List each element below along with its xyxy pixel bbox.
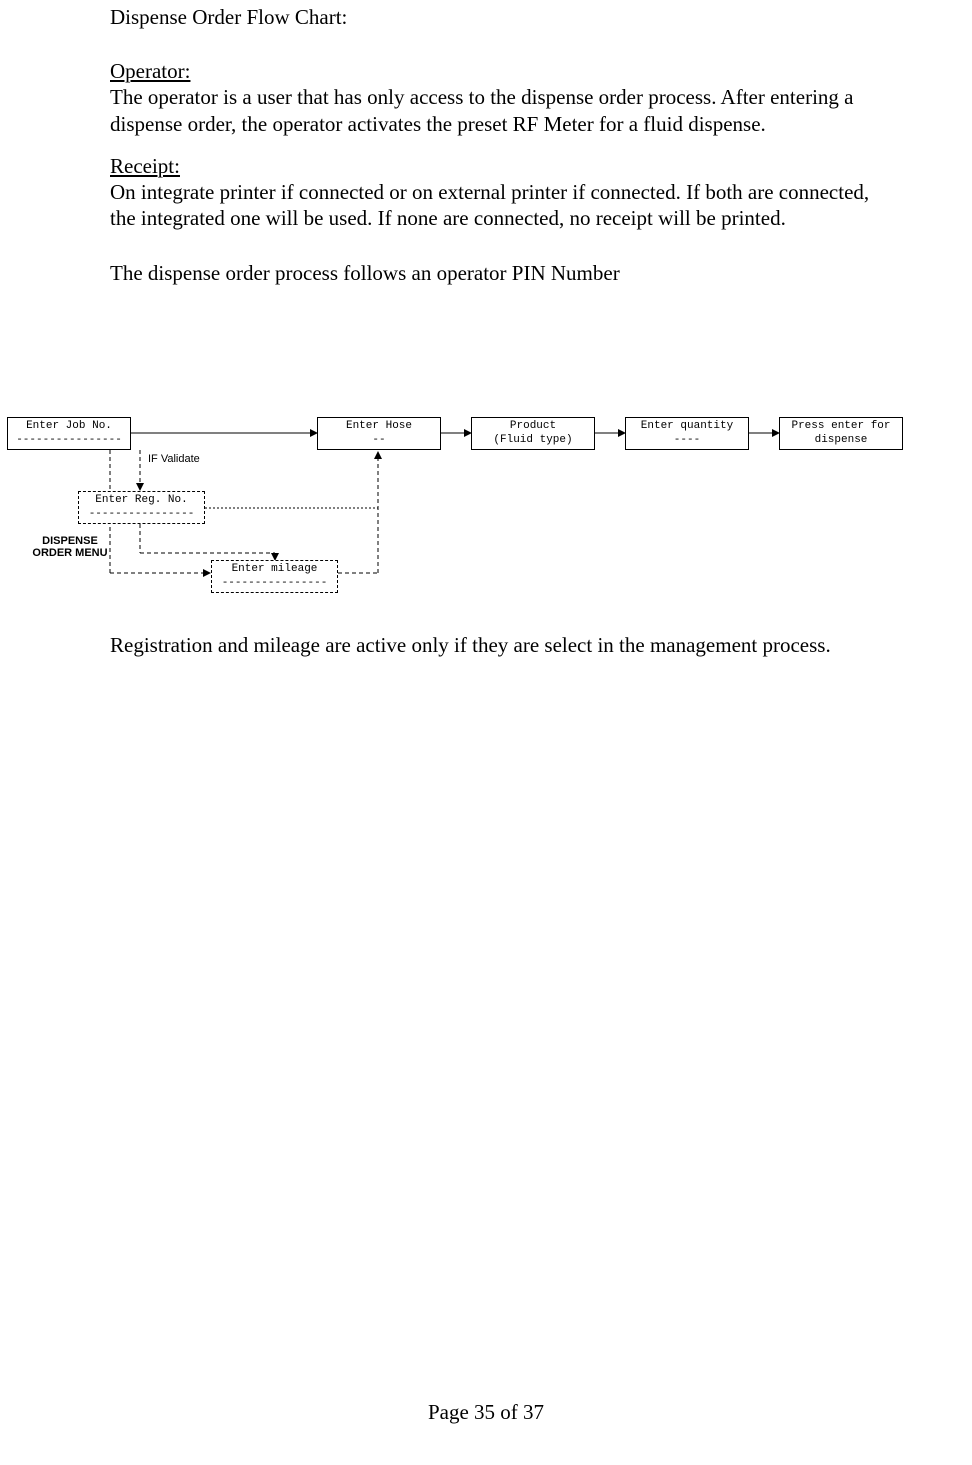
box-product: Product (Fluid type)	[471, 417, 595, 450]
box-press-line1: Press enter for	[780, 420, 902, 433]
box-hose-line2: --	[318, 434, 440, 447]
box-press-line2: dispense	[780, 434, 902, 447]
box-reg-line1: Enter Reg. No.	[79, 494, 204, 507]
box-job-line2: ----------------	[8, 434, 130, 447]
label-if-validate: IF Validate	[148, 453, 200, 465]
operator-heading: Operator:	[110, 59, 190, 83]
box-enter-job-no: Enter Job No. ----------------	[7, 417, 131, 450]
box-qty-line2: ----	[626, 434, 748, 447]
page-footer: Page 35 of 37	[0, 1400, 972, 1425]
after-flow-text: Registration and mileage are active only…	[110, 632, 880, 658]
box-enter-hose: Enter Hose --	[317, 417, 441, 450]
box-hose-line1: Enter Hose	[318, 420, 440, 433]
label-menu-line2: ORDER MENU	[32, 547, 107, 559]
box-product-line1: Product	[472, 420, 594, 433]
label-dispense-order-menu: DISPENSE ORDER MENU	[32, 535, 108, 559]
box-mileage-line2: ----------------	[212, 577, 337, 590]
process-text: The dispense order process follows an op…	[110, 260, 880, 286]
box-enter-mileage: Enter mileage ----------------	[211, 560, 338, 593]
box-reg-line2: ----------------	[79, 508, 204, 521]
box-job-line1: Enter Job No.	[8, 420, 130, 433]
flowchart: Enter Job No. ---------------- Enter Hos…	[0, 413, 972, 623]
label-menu-line1: DISPENSE	[42, 535, 98, 547]
box-enter-quantity: Enter quantity ----	[625, 417, 749, 450]
box-mileage-line1: Enter mileage	[212, 563, 337, 576]
box-enter-reg-no: Enter Reg. No. ----------------	[78, 491, 205, 524]
box-product-line2: (Fluid type)	[472, 434, 594, 447]
box-qty-line1: Enter quantity	[626, 420, 748, 433]
receipt-heading: Receipt:	[110, 154, 180, 178]
page-title: Dispense Order Flow Chart:	[110, 5, 880, 30]
box-press-enter-dispense: Press enter for dispense	[779, 417, 903, 450]
receipt-text: On integrate printer if connected or on …	[110, 180, 869, 230]
operator-text: The operator is a user that has only acc…	[110, 85, 854, 135]
